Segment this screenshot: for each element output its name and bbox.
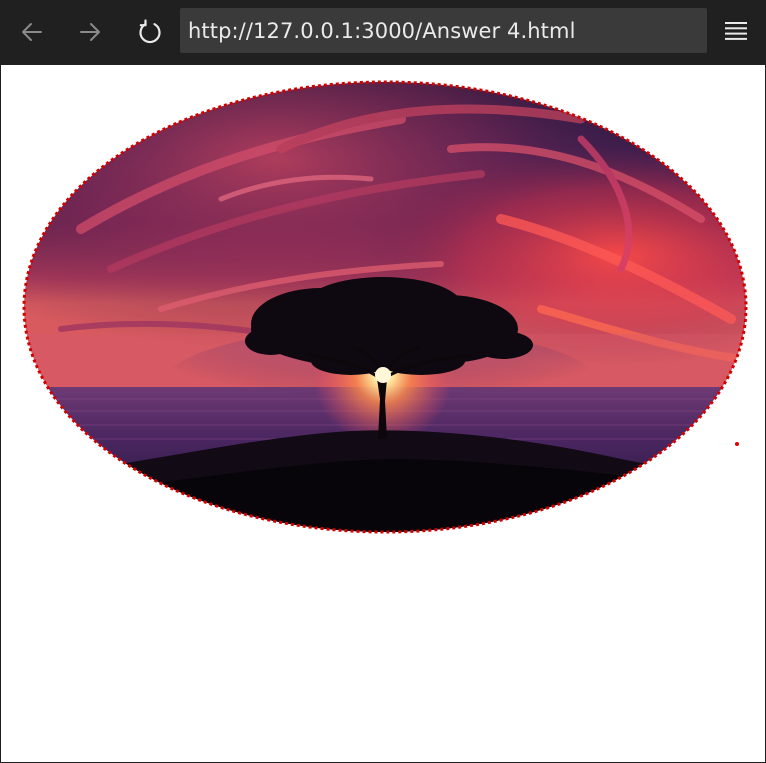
red-dot-marker: [735, 442, 739, 446]
browser-toolbar: http://127.0.0.1:3000/Answer 4.html: [1, 1, 765, 65]
arrow-left-icon: [22, 23, 42, 41]
oval-landscape-image: [21, 79, 749, 535]
forward-button[interactable]: [68, 10, 112, 54]
page-content: [1, 65, 765, 762]
menu-button[interactable]: [713, 9, 759, 53]
reload-button[interactable]: [128, 10, 172, 54]
back-button[interactable]: [10, 10, 54, 54]
sunset-tree-image: [22, 80, 748, 534]
arrow-right-icon: [80, 23, 100, 41]
browser-window: http://127.0.0.1:3000/Answer 4.html: [0, 0, 766, 763]
address-bar[interactable]: http://127.0.0.1:3000/Answer 4.html: [180, 8, 707, 53]
reload-icon: [139, 19, 161, 44]
address-url-text: http://127.0.0.1:3000/Answer 4.html: [188, 18, 576, 43]
hamburger-menu-icon: [725, 22, 747, 40]
